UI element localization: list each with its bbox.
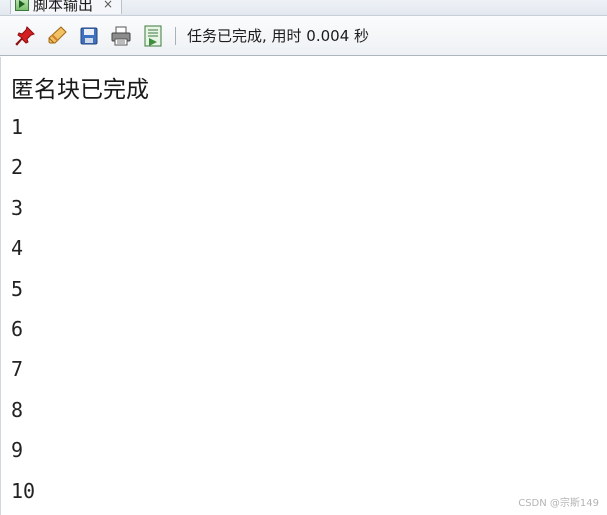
print-icon xyxy=(111,26,131,45)
toolbar: 任务已完成, 用时 0.004 秒 xyxy=(0,16,607,56)
output-line: 6 xyxy=(11,317,24,341)
save-button[interactable] xyxy=(77,24,101,48)
output-header: 匿名块已完成 xyxy=(11,77,149,103)
task-status-text: 任务已完成, 用时 0.004 秒 xyxy=(187,27,370,45)
pin-icon xyxy=(15,25,35,46)
pin-button[interactable] xyxy=(13,24,37,48)
close-icon[interactable]: × xyxy=(103,0,113,11)
output-line: 8 xyxy=(11,398,24,422)
tab-script-output[interactable]: 脚本输出 × xyxy=(10,0,123,14)
save-icon xyxy=(80,27,98,44)
output-line: 1 xyxy=(11,115,24,139)
output-line: 5 xyxy=(11,277,24,301)
save-output-icon xyxy=(144,25,162,46)
script-output-icon xyxy=(15,0,29,11)
output-line: 4 xyxy=(11,236,24,260)
output-line: 2 xyxy=(11,155,24,179)
output-line: 10 xyxy=(11,479,36,503)
print-button[interactable] xyxy=(109,24,133,48)
clear-button[interactable] xyxy=(45,24,69,48)
save-output-button[interactable] xyxy=(141,24,165,48)
output-line: 3 xyxy=(11,196,24,220)
tab-title: 脚本输出 xyxy=(33,0,94,14)
output-line: 9 xyxy=(11,438,24,462)
toolbar-separator xyxy=(175,26,176,45)
output-line: 7 xyxy=(11,357,24,381)
watermark: CSDN @宗斯149 xyxy=(518,498,599,509)
script-output-area[interactable]: 匿名块已完成 1 2 3 4 5 6 7 8 9 10 xyxy=(0,57,607,515)
tab-strip: 脚本输出 × xyxy=(0,0,607,16)
eraser-icon xyxy=(48,25,67,43)
